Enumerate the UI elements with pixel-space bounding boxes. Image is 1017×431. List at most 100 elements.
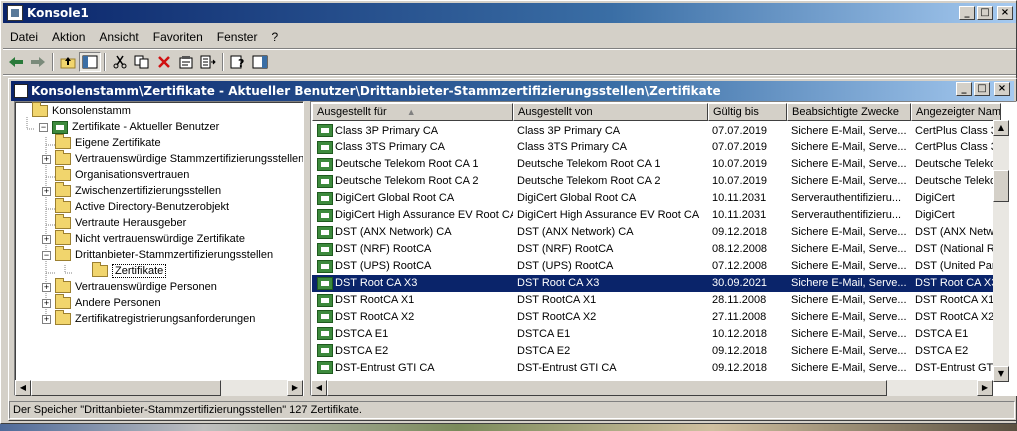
collapse-icon[interactable]: −	[42, 250, 51, 260]
tree-item[interactable]: Zertifikate	[92, 262, 167, 279]
menu-aktion[interactable]: Aktion	[45, 30, 92, 44]
column-ausgestellt-fuer[interactable]: Ausgestellt für ▲	[312, 103, 513, 121]
cut-icon[interactable]	[109, 52, 131, 72]
tree-item[interactable]: Konsolenstamm	[32, 102, 131, 119]
list-horizontal-scrollbar[interactable]: ◀ ▶	[311, 380, 993, 396]
table-row[interactable]: DST RootCA X1 DST RootCA X1 28.11.2008 Sich…	[312, 292, 1001, 309]
table-cell: DST RootCA X2	[911, 311, 1001, 323]
tree-item[interactable]: Eigene Zertifikate	[55, 134, 161, 151]
table-cell: DST-Entrust GTI CA	[312, 361, 513, 375]
table-row[interactable]: DST (NRF) RootCA DST (NRF) RootCA 08.12.20…	[312, 241, 1001, 258]
properties-icon[interactable]	[175, 52, 197, 72]
cell-text: Class 3TS Primary CA	[335, 141, 446, 154]
show-hide-action-pane-icon[interactable]	[249, 52, 271, 72]
cell-text: Deutsche Telekom Root CA 1	[517, 158, 661, 171]
tree-item[interactable]: + Zertifikatregistrierungsanforderungen	[42, 310, 255, 327]
menu-favoriten[interactable]: Favoriten	[146, 30, 210, 44]
table-row[interactable]: DST (UPS) RootCA DST (UPS) RootCA 07.12.20…	[312, 258, 1001, 275]
tree-item[interactable]: − Zertifikate - Aktueller Benutzer	[39, 119, 219, 135]
column-gueltig-bis[interactable]: Gültig bis	[708, 103, 787, 121]
table-row[interactable]: Deutsche Telekom Root CA 2 Deutsche Telek…	[312, 173, 1001, 190]
expand-icon[interactable]: +	[42, 298, 51, 308]
help-icon[interactable]: ?	[227, 52, 249, 72]
scroll-right-button[interactable]: ▶	[287, 380, 303, 396]
table-row[interactable]: Class 3P Primary CA Class 3P Primary CA 07…	[312, 122, 1001, 139]
menu-datei[interactable]: Datei	[3, 30, 45, 44]
scroll-thumb[interactable]	[327, 380, 887, 396]
tree-item[interactable]: Active Directory-Benutzerobjekt	[55, 198, 229, 215]
tree-item[interactable]: + Zwischenzertifizierungsstellen	[42, 182, 221, 199]
child-window-titlebar[interactable]: Konsolenstamm\Zertifikate - Aktueller Be…	[11, 81, 1014, 101]
tree-item[interactable]: + Vertrauenswürdige Personen	[42, 278, 217, 295]
certificate-icon	[317, 344, 333, 358]
scroll-left-button[interactable]: ◀	[15, 380, 31, 396]
show-hide-tree-icon[interactable]	[79, 52, 101, 72]
table-row[interactable]: DST (ANX Network) CA DST (ANX Network) CA…	[312, 224, 1001, 241]
scroll-up-button[interactable]: ▲	[993, 120, 1009, 136]
list-vertical-scrollbar[interactable]: ▲ ▼	[993, 120, 1009, 382]
column-beabsichtigte-zwecke[interactable]: Beabsichtigte Zwecke	[787, 103, 911, 121]
table-row[interactable]: DigiCert High Assurance EV Root CA DigiCe…	[312, 207, 1001, 224]
cell-text: Sichere E-Mail, Serve...	[791, 310, 907, 323]
menu-help[interactable]: ?	[264, 30, 285, 44]
forward-arrow-icon[interactable]	[27, 52, 49, 72]
console-tree[interactable]: Konsolenstamm − Zertifikate - Aktueller Be…	[14, 101, 304, 396]
expand-icon[interactable]: +	[42, 154, 51, 164]
child-close-button[interactable]: ×	[994, 82, 1010, 96]
scroll-right-button[interactable]: ▶	[977, 380, 993, 396]
back-arrow-icon[interactable]	[5, 52, 27, 72]
child-maximize-button[interactable]: □	[974, 82, 990, 96]
table-cell: DST RootCA X1	[513, 294, 708, 306]
tree-item[interactable]: + Vertrauenswürdige Stammzertifizierungss…	[42, 150, 303, 167]
table-cell: DST (United Parc	[911, 260, 1001, 272]
table-row[interactable]: DSTCA E1 DSTCA E1 10.12.2018 Sichere E-Mail…	[312, 325, 1001, 342]
tree-horizontal-scrollbar[interactable]: ◀ ▶	[15, 380, 303, 396]
table-cell: Sichere E-Mail, Serve...	[787, 345, 911, 357]
expand-icon[interactable]: +	[42, 186, 51, 196]
tree-item[interactable]: − Drittanbieter-Stammzertifizierungsstell…	[42, 246, 273, 263]
table-row[interactable]: DigiCert Global Root CA DigiCert Global R…	[312, 190, 1001, 207]
close-button[interactable]: ×	[997, 6, 1013, 20]
delete-icon[interactable]	[153, 52, 175, 72]
menu-fenster[interactable]: Fenster	[210, 30, 265, 44]
expand-icon[interactable]: +	[42, 234, 51, 244]
export-list-icon[interactable]	[197, 52, 219, 72]
window-titlebar[interactable]: Konsole1 _ □ ×	[3, 3, 1016, 23]
cell-text: Sichere E-Mail, Serve...	[791, 277, 907, 290]
menu-ansicht[interactable]: Ansicht	[92, 30, 145, 44]
minimize-button[interactable]: _	[959, 6, 975, 20]
tree-item[interactable]: Vertraute Herausgeber	[55, 214, 186, 231]
table-row[interactable]: DST RootCA X2 DST RootCA X2 27.11.2008 Sich…	[312, 308, 1001, 325]
table-cell: DigiCert	[911, 192, 1001, 204]
toolbar-separator	[52, 53, 54, 71]
table-row[interactable]: DST Root CA X3 DST Root CA X3 30.09.2021 Si…	[312, 274, 1001, 292]
collapse-icon[interactable]: −	[39, 122, 48, 132]
table-cell: 30.09.2021	[708, 277, 787, 289]
child-minimize-button[interactable]: _	[956, 82, 972, 96]
table-row[interactable]: Deutsche Telekom Root CA 1 Deutsche Telek…	[312, 156, 1001, 173]
table-cell: Deutsche Telekom Root CA 2	[312, 174, 513, 188]
table-row[interactable]: DSTCA E2 DSTCA E2 09.12.2018 Sichere E-Mail…	[312, 342, 1001, 359]
tree-item[interactable]: + Andere Personen	[42, 294, 161, 311]
table-row[interactable]: Class 3TS Primary CA Class 3TS Primary CA…	[312, 139, 1001, 156]
certificate-store-icon	[52, 120, 68, 134]
up-folder-icon[interactable]	[57, 52, 79, 72]
copy-icon[interactable]	[131, 52, 153, 72]
expand-icon[interactable]: +	[42, 282, 51, 292]
column-ausgestellt-von[interactable]: Ausgestellt von	[513, 103, 708, 121]
cell-text: Sichere E-Mail, Serve...	[791, 361, 907, 374]
tree-item[interactable]: Organisationsvertrauen	[55, 166, 189, 183]
column-angezeigter-name[interactable]: Angezeigter Nam	[911, 103, 1001, 121]
scroll-down-button[interactable]: ▼	[993, 366, 1009, 382]
scroll-thumb[interactable]	[993, 170, 1009, 202]
tree-item[interactable]: + Nicht vertrauenswürdige Zertifikate	[42, 230, 245, 247]
cell-text: 10.07.2019	[712, 175, 768, 188]
mmc-app-icon[interactable]	[7, 5, 23, 21]
expand-icon[interactable]: +	[42, 314, 51, 324]
scroll-left-button[interactable]: ◀	[311, 380, 327, 396]
console-icon[interactable]	[14, 84, 28, 98]
maximize-button[interactable]: □	[977, 6, 993, 20]
table-row[interactable]: DST-Entrust GTI CA DST-Entrust GTI CA 09.1…	[312, 359, 1001, 376]
scroll-thumb[interactable]	[31, 380, 221, 396]
certificate-list[interactable]: Ausgestellt für ▲ Ausgestellt von Gültig…	[310, 101, 1017, 396]
